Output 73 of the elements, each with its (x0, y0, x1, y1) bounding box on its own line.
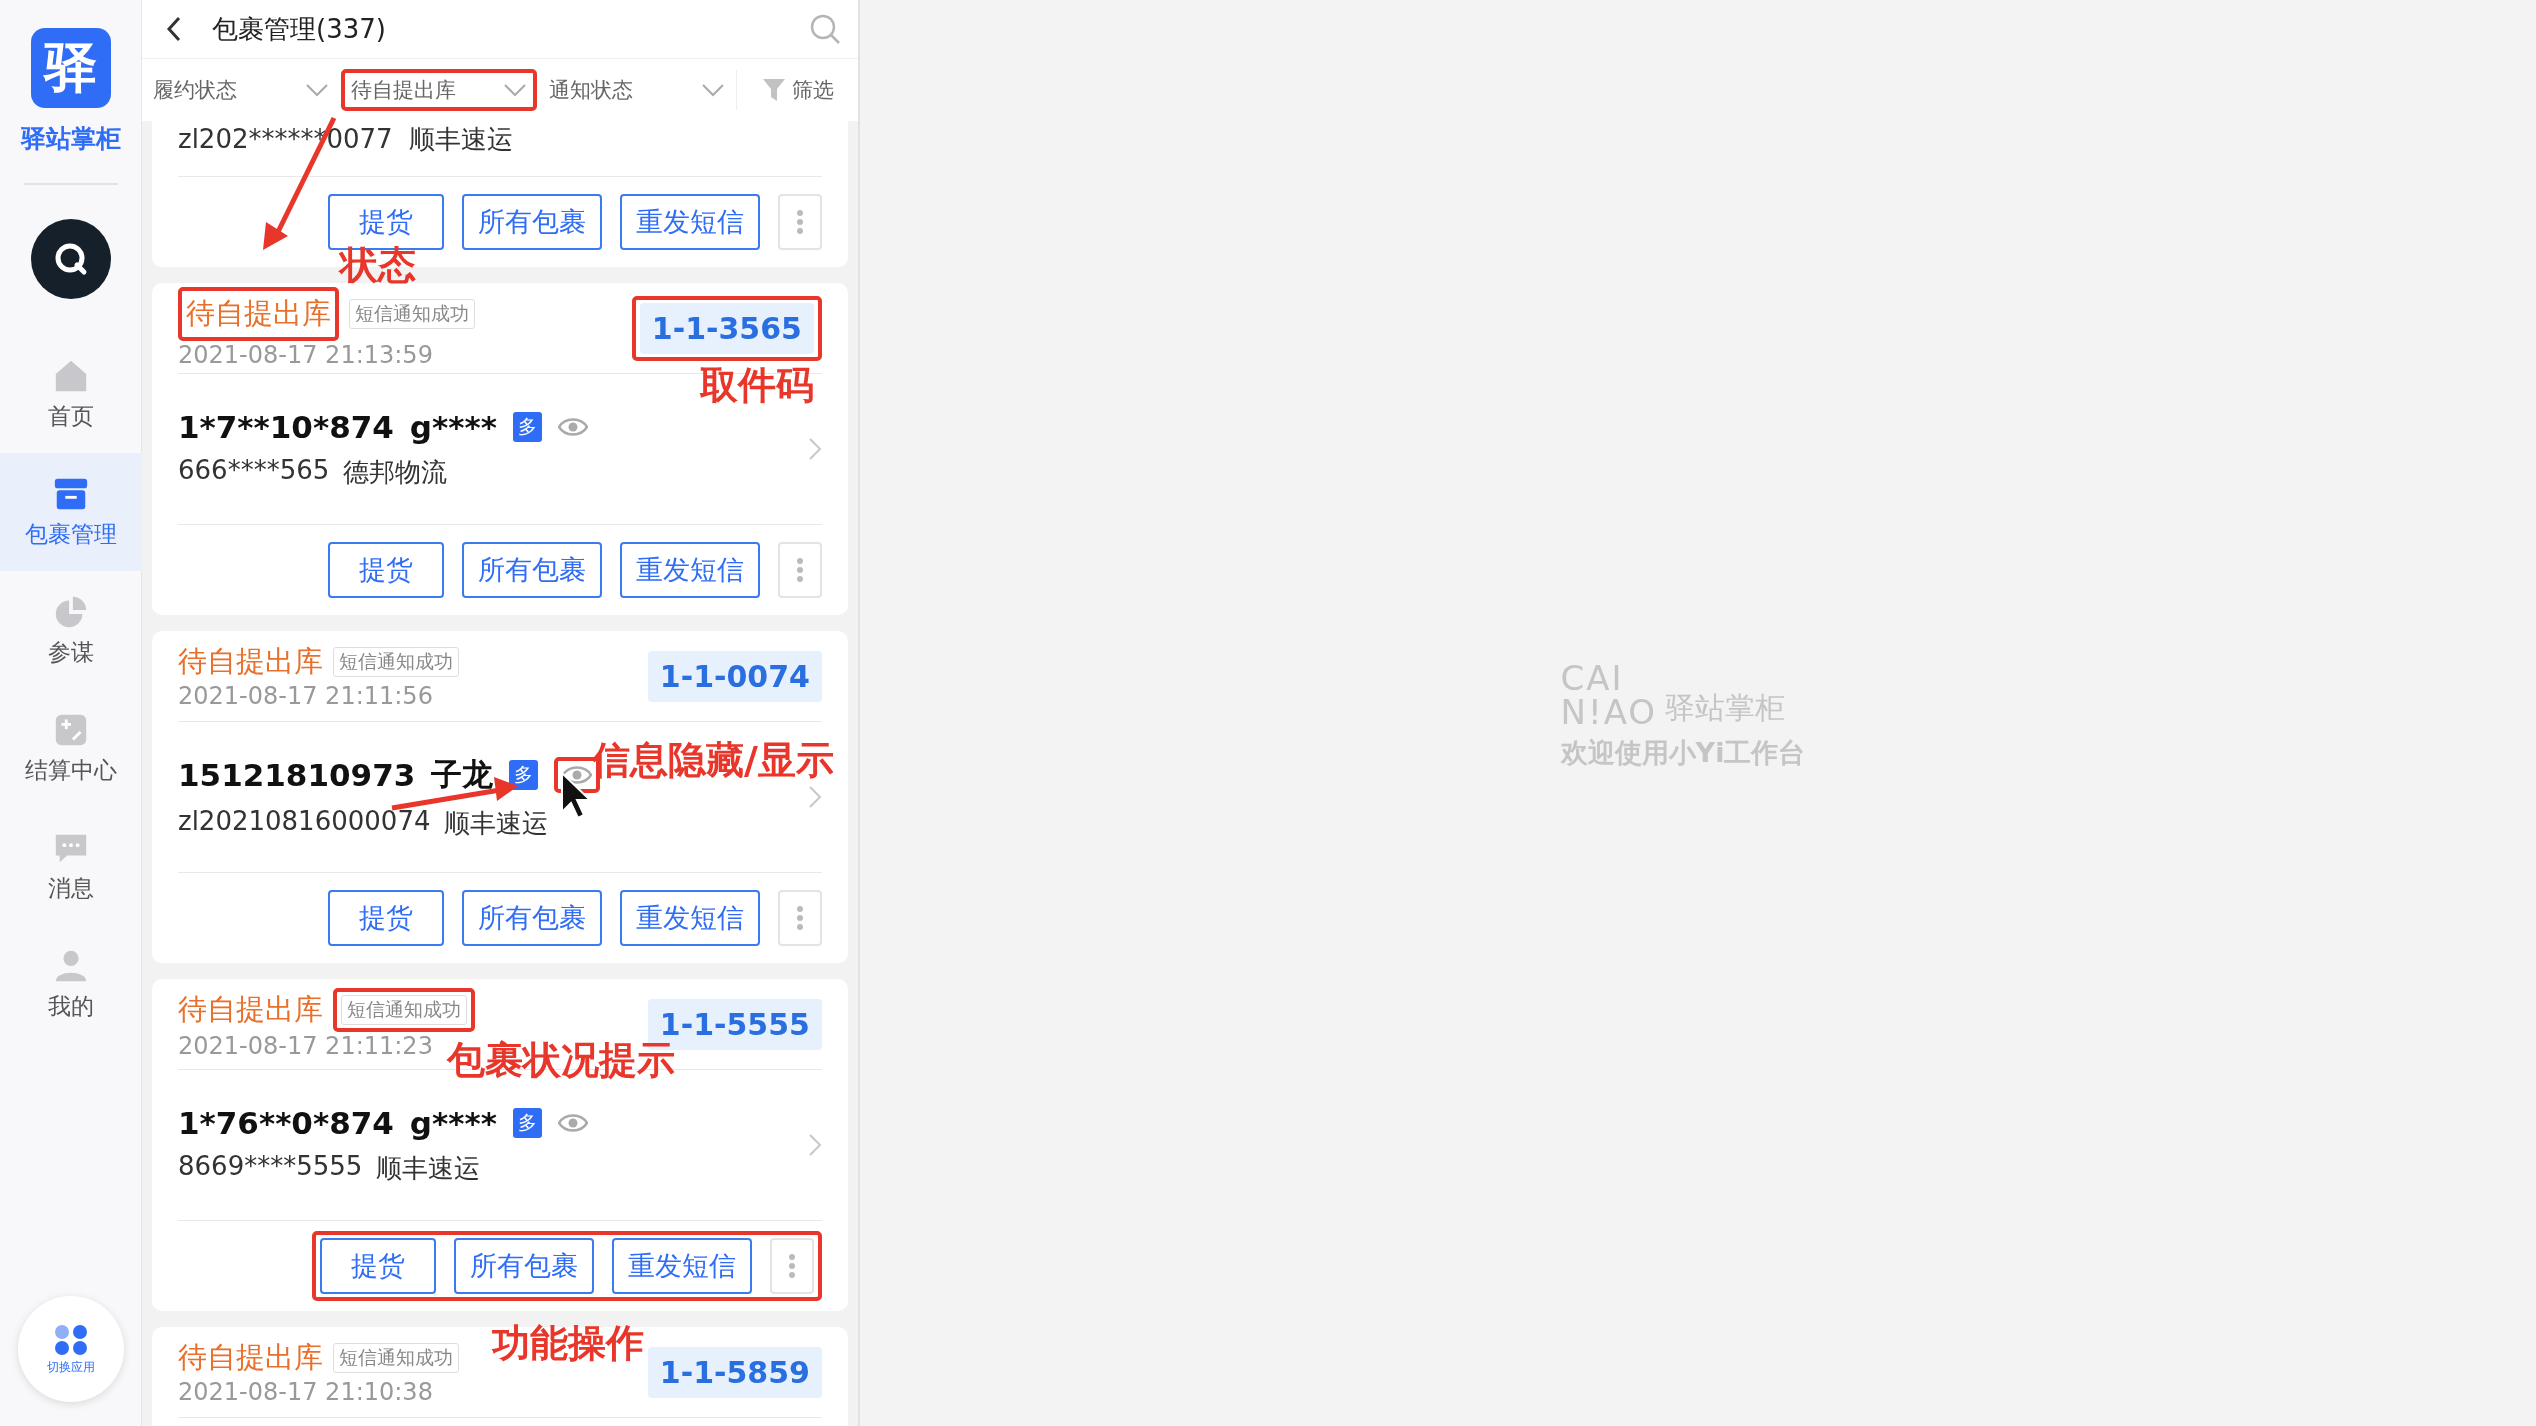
app-logo: 驿 (30, 28, 111, 108)
annotation-label: 功能操作 (492, 1320, 644, 1367)
filter-dropdown[interactable]: 履约状态 (151, 76, 331, 104)
status-label: 待自提出库 (178, 1339, 323, 1376)
chevron-down-icon (701, 82, 725, 98)
status-label: 待自提出库 (178, 991, 323, 1028)
chevron-right-icon (808, 785, 822, 809)
timestamp: 2021-08-17 21:10:38 (178, 1378, 434, 1406)
phone-number: 1*7**10*874 (178, 408, 394, 445)
chevron-down-icon (305, 82, 329, 98)
timestamp: 2021-08-17 21:11:23 (178, 1032, 434, 1060)
more-dots-icon (796, 905, 804, 931)
app-name: 驿站掌柜 (20, 123, 121, 155)
search-icon[interactable] (808, 12, 842, 46)
action-button[interactable]: 所有包裹 (454, 1238, 594, 1294)
more-button[interactable] (778, 542, 822, 598)
notice-tag: 短信通知成功 (333, 1343, 459, 1373)
notice-tag: 短信通知成功 (333, 647, 459, 677)
action-button[interactable]: 重发短信 (620, 890, 760, 946)
timestamp: 2021-08-17 21:13:59 (178, 341, 434, 369)
nav-item[interactable]: 首页 (0, 335, 142, 453)
tracking-number: 8669****5555 (178, 1150, 363, 1183)
phone-number: 15121810973 (178, 756, 416, 793)
nav-item[interactable]: 我的 (0, 925, 142, 1043)
pickup-code: 1-1-5859 (647, 1346, 822, 1398)
action-button[interactable]: 重发短信 (612, 1238, 752, 1294)
chevron-down-icon (503, 82, 527, 98)
tracking-number: zl20210816000074 (178, 805, 431, 838)
nav-item[interactable]: 参谋 (0, 571, 142, 689)
customer-name: g**** (409, 1104, 497, 1141)
customer-name: 子龙 (431, 754, 494, 794)
page-title: 包裹管理(337) (212, 12, 386, 46)
status-label: 待自提出库 (178, 643, 323, 680)
carrier-name: 顺丰速运 (376, 1151, 481, 1185)
chevron-right-icon (808, 1133, 822, 1157)
nav-item[interactable]: 结算中心 (0, 689, 142, 807)
action-button[interactable]: 所有包裹 (462, 194, 602, 250)
more-button[interactable] (778, 194, 822, 250)
customer-name: g**** (409, 408, 497, 445)
carrier-name: 顺丰速运 (444, 806, 549, 840)
more-dots-icon (796, 557, 804, 583)
filter-dropdown[interactable]: 通知状态 (547, 76, 727, 104)
filter-dropdown[interactable]: 待自提出库 (349, 76, 529, 104)
action-button[interactable]: 所有包裹 (462, 890, 602, 946)
tracking-number: 666****565 (178, 454, 330, 487)
chevron-right-icon (808, 437, 822, 461)
pickup-code: 1-1-3565 (639, 302, 814, 354)
action-button[interactable]: 提货 (328, 890, 444, 946)
multi-badge: 多 (512, 411, 542, 442)
filter-button[interactable]: 筛选 (736, 70, 858, 110)
multi-badge: 多 (512, 1107, 542, 1138)
timestamp: 2021-08-17 21:11:56 (178, 682, 434, 710)
nav-item[interactable]: 包裹管理 (0, 453, 142, 571)
notice-tag: 短信通知成功 (341, 995, 467, 1025)
pickup-code: 1-1-0074 (647, 650, 822, 702)
more-button[interactable] (778, 890, 822, 946)
phone-number: 1*76**0*874 (178, 1104, 394, 1141)
switch-app-button[interactable]: 切换应用 (17, 1296, 124, 1402)
carrier-name: 德邦物流 (343, 455, 448, 489)
status-label: 待自提出库 (186, 295, 331, 332)
annotation-label: 取件码 (700, 362, 814, 409)
action-button[interactable]: 提货 (328, 542, 444, 598)
more-dots-icon (788, 1253, 796, 1279)
notice-tag: 短信通知成功 (349, 299, 475, 329)
action-button[interactable]: 提货 (320, 1238, 436, 1294)
more-dots-icon (796, 209, 804, 235)
action-button[interactable]: 重发短信 (620, 194, 760, 250)
funnel-icon (761, 77, 786, 103)
action-button[interactable]: 所有包裹 (462, 542, 602, 598)
action-button[interactable]: 重发短信 (620, 542, 760, 598)
nav-item[interactable]: 消息 (0, 807, 142, 925)
more-button[interactable] (770, 1238, 814, 1294)
eye-icon[interactable] (562, 763, 593, 786)
